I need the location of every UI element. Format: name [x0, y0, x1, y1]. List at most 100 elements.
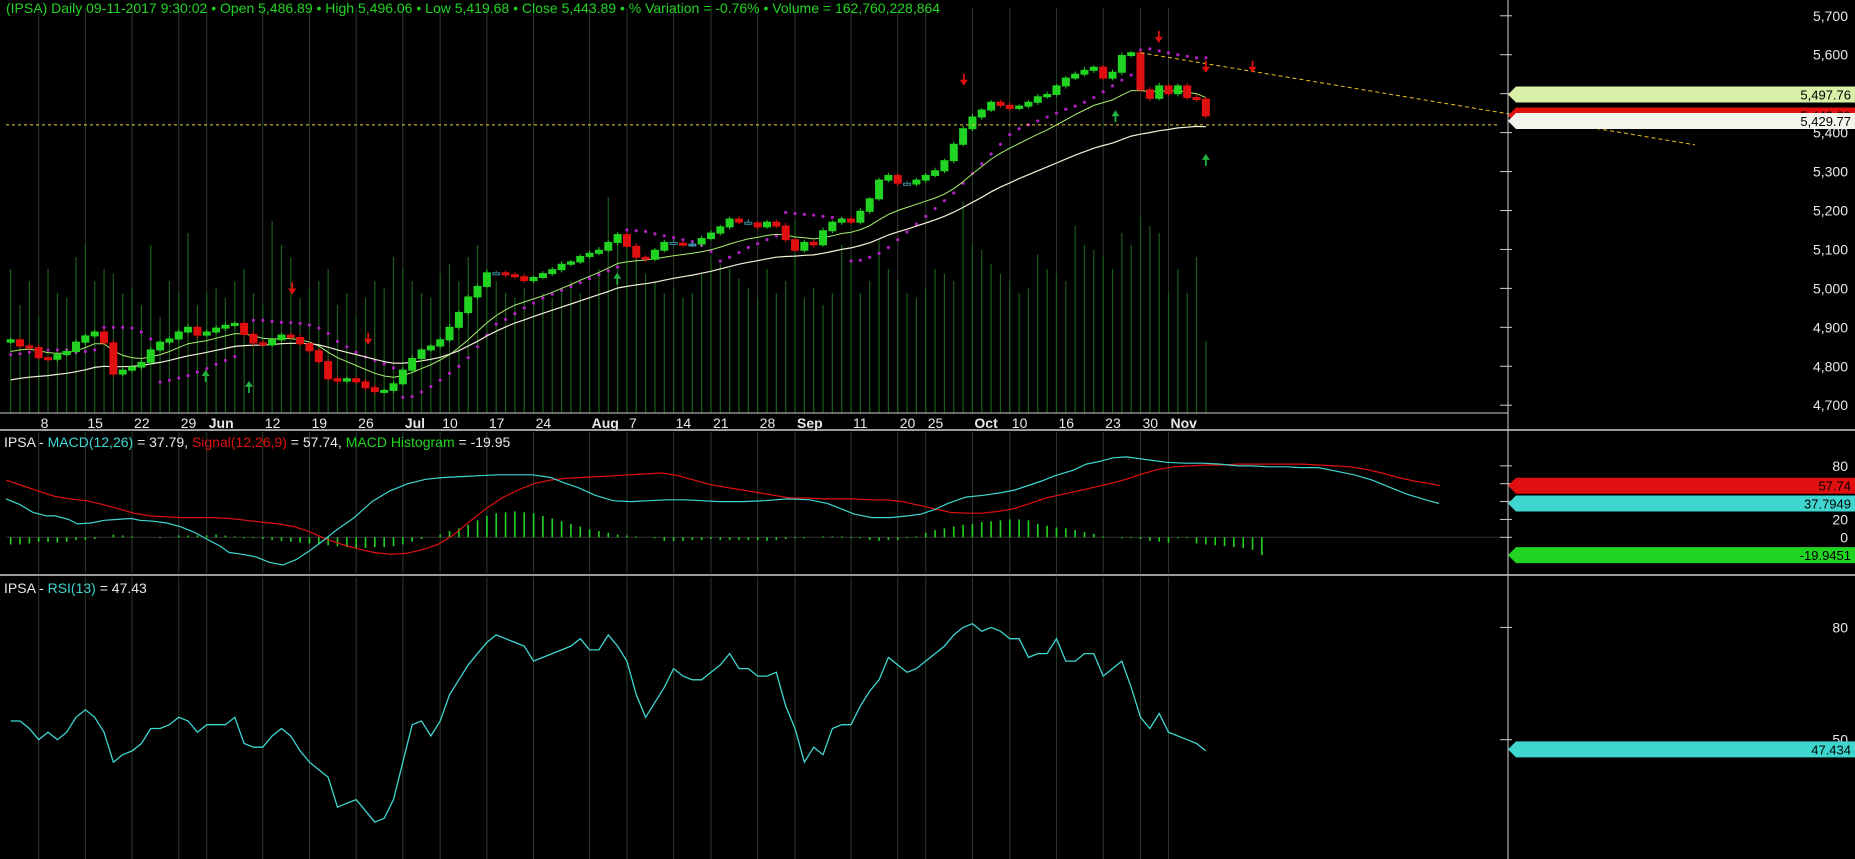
price-value-flag: 5,497.76 — [1508, 86, 1855, 103]
candle-body — [305, 343, 314, 352]
sar-dot — [1082, 100, 1087, 104]
candle-body — [931, 170, 940, 176]
candle-body — [538, 273, 547, 278]
candle-body — [585, 252, 594, 257]
sar-dot — [317, 326, 321, 330]
candle-body — [847, 218, 856, 223]
candle-body — [678, 242, 687, 246]
sar-dot — [877, 251, 881, 255]
sar-dot — [587, 277, 592, 281]
flag-label: -19.9451 — [1800, 548, 1851, 563]
candle-body — [510, 274, 519, 278]
flag-label: 57.74 — [1818, 479, 1851, 494]
sar-dot — [952, 191, 956, 195]
x-tick-label: 15 — [87, 415, 103, 431]
sar-dot — [1110, 84, 1115, 88]
sar-dot — [998, 142, 1003, 146]
title-part-5: = 57.74, — [287, 434, 346, 450]
candle-body — [53, 354, 62, 360]
sar-dot — [821, 214, 825, 218]
candle-body — [1164, 85, 1173, 95]
y-tick-label: 5,200 — [1813, 203, 1848, 219]
candle-body — [1155, 85, 1164, 99]
sar-dot — [1194, 56, 1199, 60]
candle-body — [753, 222, 762, 228]
candle-body — [706, 232, 715, 240]
sar-dot — [756, 242, 760, 246]
title-part-4: Signal(12,26,9) — [192, 434, 287, 450]
candle-body — [1201, 98, 1210, 117]
x-tick-label: Oct — [974, 415, 998, 431]
candle-body — [184, 326, 193, 333]
candle-body — [277, 334, 286, 341]
title-part-2: RSI(13) — [48, 580, 96, 596]
candle-body — [641, 256, 650, 260]
sar-dot — [503, 317, 508, 322]
sar-dot — [924, 214, 928, 218]
sar-dot — [616, 265, 620, 269]
candle-body — [781, 225, 790, 241]
y-tick-label: 4,800 — [1813, 358, 1848, 374]
candle-body — [1145, 89, 1154, 99]
y-tick-label: 5,600 — [1813, 47, 1848, 63]
sar-dot — [130, 326, 134, 330]
candle-body — [240, 322, 249, 335]
sar-dot — [391, 366, 396, 370]
x-tick-label: 10 — [442, 415, 458, 431]
sar-dot — [1157, 49, 1161, 53]
sar-dot — [1120, 78, 1124, 82]
sar-dot — [466, 356, 470, 360]
sar-dot — [419, 390, 424, 394]
candle-body — [1024, 101, 1033, 107]
sar-dot — [1008, 132, 1012, 137]
candle-body — [268, 339, 277, 346]
sar-dot — [307, 323, 312, 327]
x-tick-label: 8 — [41, 415, 49, 431]
sar-dot — [401, 395, 405, 400]
sar-dot — [1129, 73, 1133, 77]
candle-body — [884, 174, 893, 181]
title-part-3: = 37.79, — [133, 434, 192, 450]
candle-body — [221, 324, 230, 329]
candle-body — [370, 387, 379, 393]
candle-body — [342, 378, 351, 382]
sar-dot — [784, 210, 788, 215]
x-tick-label: Sep — [797, 415, 823, 431]
candle-body — [725, 218, 734, 228]
candle-body — [286, 334, 295, 338]
sar-dot — [681, 238, 685, 242]
sar-dot — [905, 230, 909, 234]
rsi-pane-title: IPSA - RSI(13) = 47.43 — [4, 580, 147, 596]
sar-dot — [858, 258, 862, 262]
stock-chart: 4,7004,8004,9005,0005,1005,2005,3005,400… — [0, 0, 1855, 859]
x-tick-label: 17 — [489, 415, 505, 431]
candle-body — [520, 276, 529, 282]
sar-dot — [662, 234, 666, 238]
sar-dot — [989, 152, 993, 156]
sar-dot — [634, 229, 638, 233]
sar-dot — [289, 321, 293, 325]
candle-body — [156, 341, 165, 351]
sar-dot — [158, 380, 162, 384]
candle-body — [258, 342, 267, 346]
candle-body — [959, 128, 968, 145]
candle-body — [1052, 85, 1061, 95]
candle-body — [697, 238, 706, 245]
candle-body — [1071, 73, 1080, 79]
flag-shape — [1508, 477, 1855, 494]
sar-dot — [1073, 104, 1077, 108]
sar-dot — [980, 162, 984, 166]
sar-dot — [625, 228, 629, 232]
candle-body — [128, 366, 137, 371]
candle-body — [650, 249, 659, 260]
candle-body — [426, 345, 435, 351]
candle-body — [968, 116, 977, 130]
flag-label: 37.7949 — [1804, 497, 1851, 512]
candle-body — [62, 350, 71, 356]
candle-body — [837, 218, 846, 223]
x-tick-label: 14 — [676, 415, 692, 431]
sar-dot — [205, 367, 209, 371]
sar-dot — [9, 352, 13, 357]
candle-body — [34, 347, 43, 359]
candle-body — [1080, 69, 1089, 75]
